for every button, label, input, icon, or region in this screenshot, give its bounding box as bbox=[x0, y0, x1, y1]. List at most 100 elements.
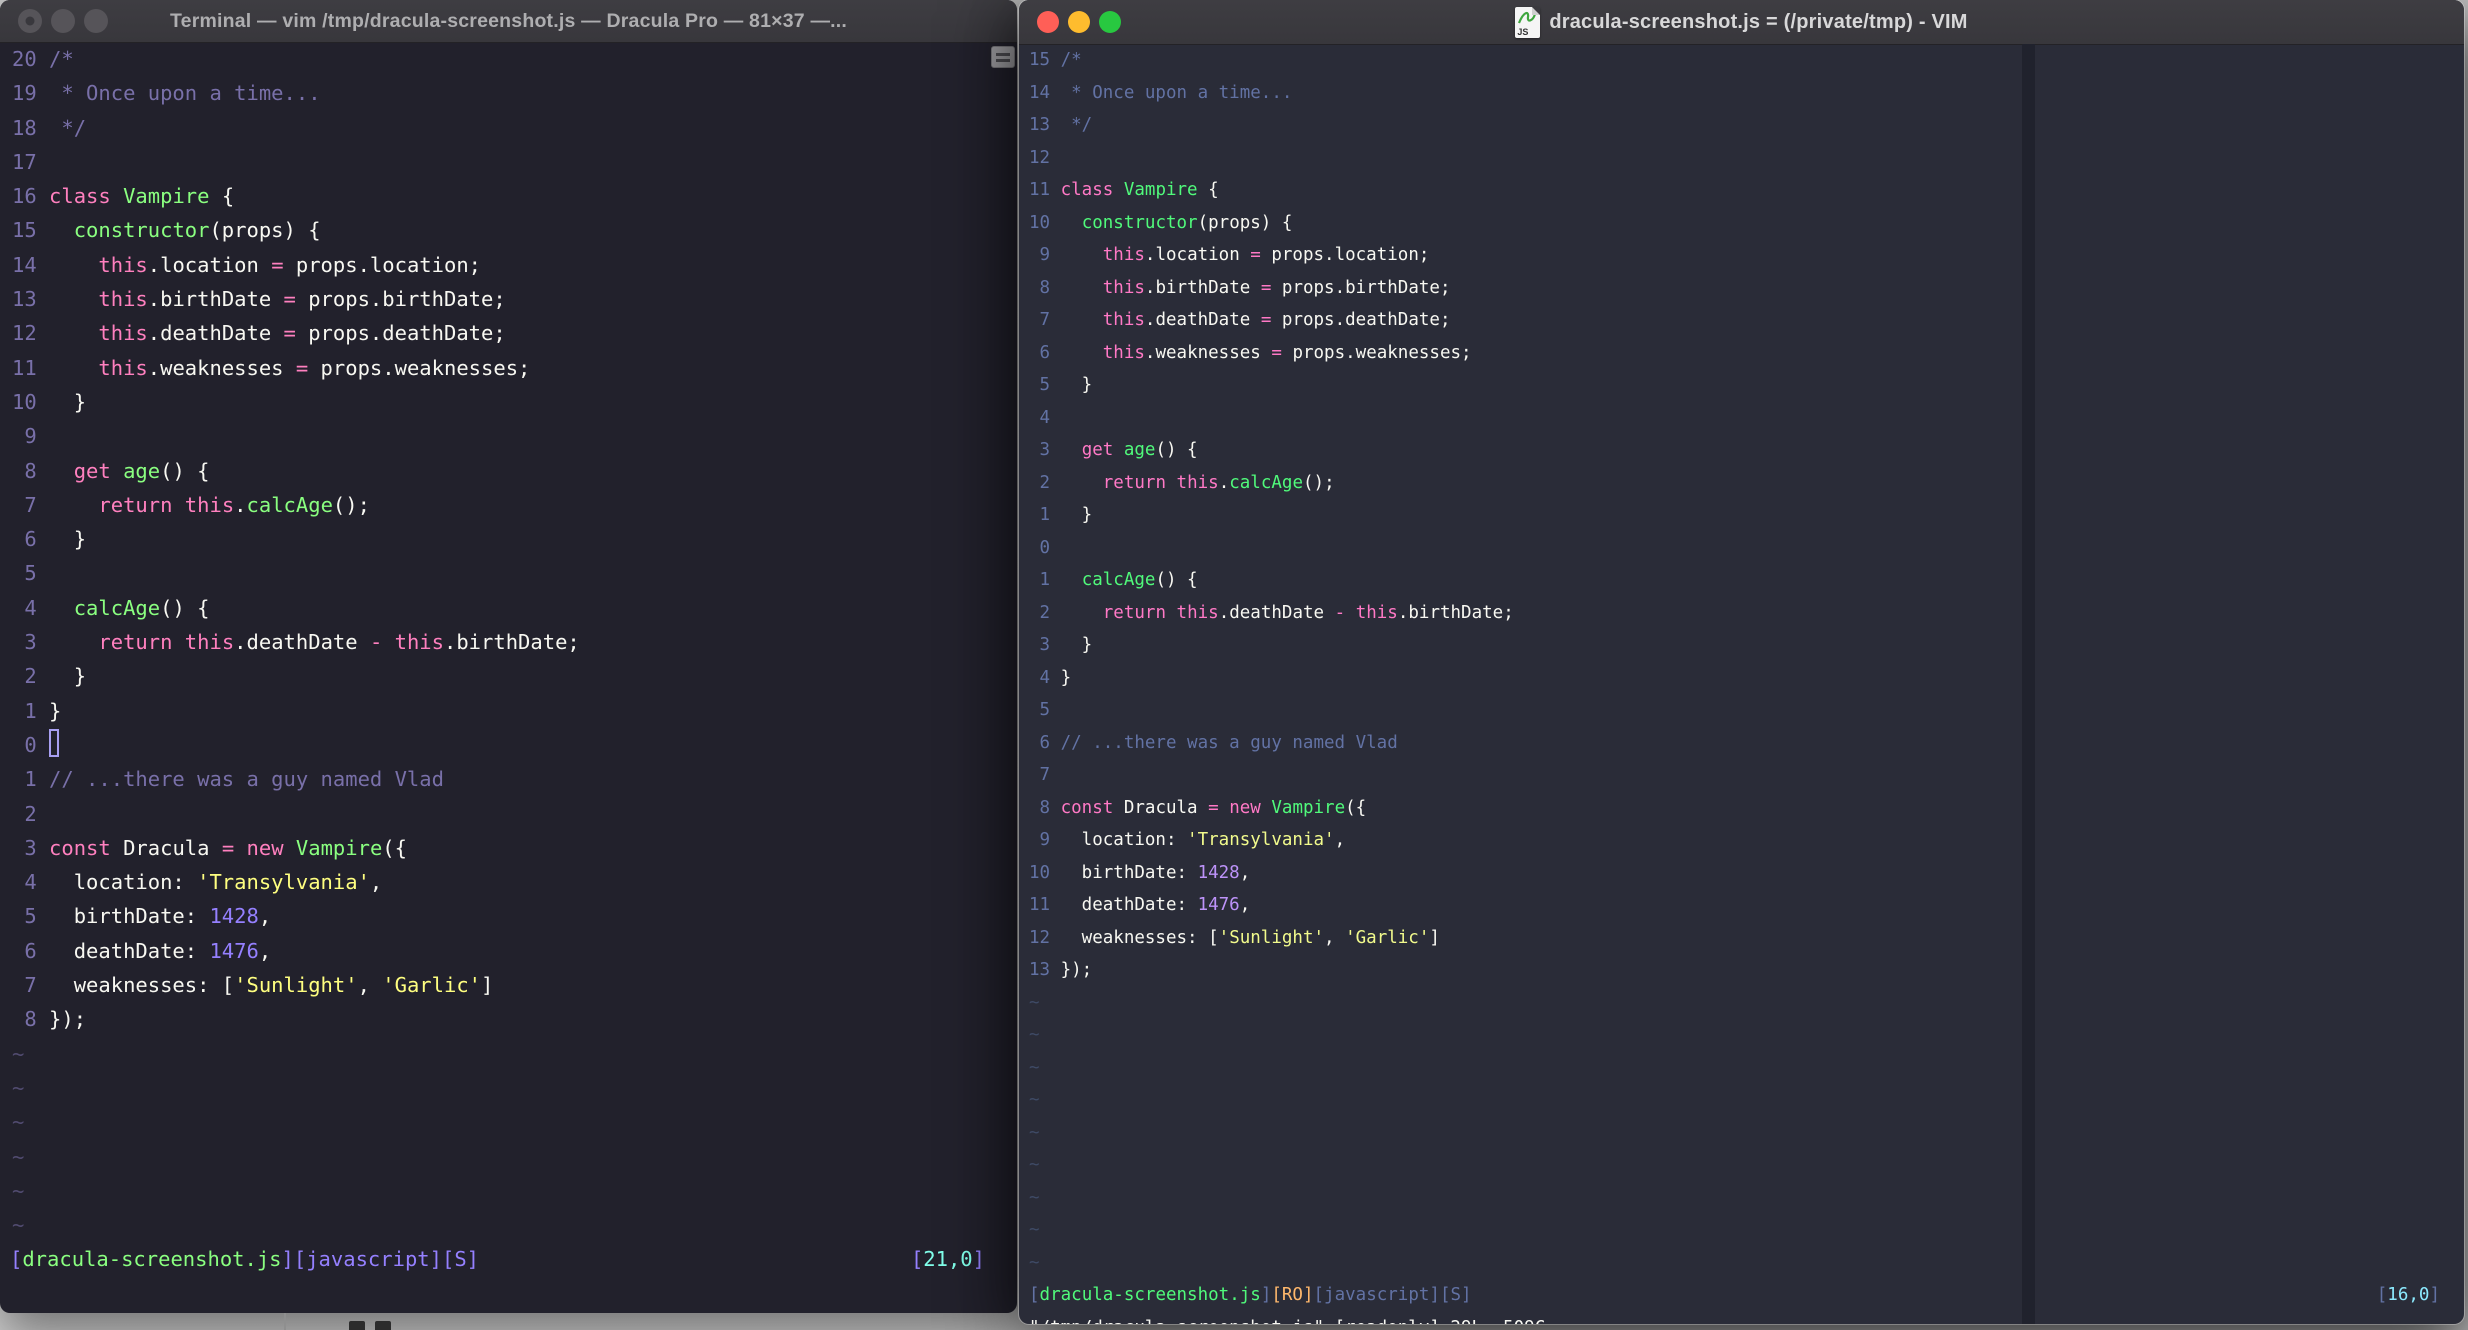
traffic-lights bbox=[1037, 0, 1121, 44]
code-line: 4 bbox=[1039, 407, 1051, 428]
code-line: 8 }); bbox=[24, 1007, 87, 1032]
code-line: 7 weaknesses: ['Sunlight', 'Garlic'] bbox=[24, 973, 494, 998]
code-line: 12 weaknesses: ['Sunlight', 'Garlic'] bbox=[1029, 927, 1440, 948]
code-line: 6 this.weaknesses = props.weaknesses; bbox=[1039, 342, 1472, 363]
empty-buffer-line: ~ bbox=[12, 1041, 25, 1066]
code-line: 5 birthDate: 1428, bbox=[24, 904, 272, 929]
background-window-edge bbox=[284, 1313, 286, 1330]
traffic-lights bbox=[18, 0, 108, 42]
terminal-titlebar[interactable]: Terminal — vim /tmp/dracula-screenshot.j… bbox=[0, 0, 1017, 43]
scrollbar-pages-icon[interactable] bbox=[991, 46, 1015, 68]
code-line: 12 this.deathDate = props.deathDate; bbox=[12, 321, 506, 346]
code-line: 11 class Vampire { bbox=[1029, 180, 1219, 200]
code-line: 4 location: 'Transylvania', bbox=[24, 870, 383, 895]
empty-buffer-line: ~ bbox=[1029, 1220, 1040, 1240]
code-line: 8 get age() { bbox=[24, 458, 210, 483]
code-line: 5 bbox=[1039, 700, 1051, 720]
code-line: 11 deathDate: 1476, bbox=[1029, 895, 1251, 915]
code-line: 9 location: 'Transylvania', bbox=[1039, 830, 1346, 850]
vim-text-area[interactable]: 15 /* 14 * Once upon a time... 13 */ 12 11 … bbox=[1019, 44, 2464, 1324]
empty-buffer-line: ~ bbox=[12, 1110, 25, 1135]
code-line: 1 // ...there was a guy named Vlad bbox=[24, 767, 444, 792]
minimize-button[interactable] bbox=[1068, 11, 1090, 33]
empty-buffer-line: ~ bbox=[12, 1213, 25, 1238]
code-line: 8 this.birthDate = props.birthDate; bbox=[1039, 277, 1451, 298]
vim-statusline: [dracula-screenshot.js][javascript][S] [2… bbox=[10, 1247, 985, 1272]
code-line: 7 this.deathDate = props.deathDate; bbox=[1039, 310, 1451, 330]
code-line: 11 this.weaknesses = props.weaknesses; bbox=[12, 355, 531, 380]
macvim-titlebar[interactable]: JS dracula-screenshot.js = (/private/tmp… bbox=[1019, 0, 2464, 45]
terminal-scrollbar[interactable] bbox=[989, 42, 1017, 1313]
code-line: 13 }); bbox=[1029, 960, 1093, 980]
close-button[interactable] bbox=[18, 9, 42, 33]
code-line: 3 } bbox=[1039, 635, 1093, 655]
empty-buffer-line: ~ bbox=[12, 1075, 25, 1100]
code-line: 2 return this.deathDate - this.birthDate… bbox=[1039, 602, 1514, 623]
minimize-button[interactable] bbox=[51, 9, 75, 33]
vim-text-area[interactable]: 20 /* 19 * Once upon a time... 18 */ 17 16 … bbox=[0, 42, 1017, 1313]
code-line: 12 bbox=[1029, 147, 1051, 168]
empty-buffer-line: ~ bbox=[1029, 1090, 1040, 1110]
code-line: 13 */ bbox=[1029, 115, 1093, 135]
code-line: 16 class Vampire { bbox=[12, 184, 235, 209]
code-line: 18 */ bbox=[12, 115, 87, 140]
empty-buffer-line: ~ bbox=[1029, 992, 1040, 1013]
code-line: 7 return this.calcAge(); bbox=[24, 492, 370, 517]
code-line: 5 bbox=[24, 561, 37, 586]
vim-statusline: [dracula-screenshot.js][RO][javascript][… bbox=[1029, 1285, 2440, 1305]
code-line: 10 constructor(props) { bbox=[1029, 212, 1293, 233]
code-line: 14 this.location = props.location; bbox=[12, 252, 482, 277]
code-line: 1 calcAge() { bbox=[1039, 570, 1198, 590]
code-line: 17 bbox=[12, 149, 37, 174]
code-line: 2 return this.calcAge(); bbox=[1039, 472, 1335, 493]
code-line: 3 get age() { bbox=[1039, 440, 1198, 460]
code-line: 15 constructor(props) { bbox=[12, 218, 321, 243]
code-line: 0 bbox=[1039, 537, 1051, 558]
code-line: 9 bbox=[24, 424, 37, 449]
js-file-icon[interactable]: JS bbox=[1515, 6, 1541, 38]
empty-buffer-line: ~ bbox=[1029, 1252, 1040, 1273]
vim-cursor bbox=[49, 728, 60, 757]
code-line: 20 /* bbox=[12, 47, 74, 71]
code-line: 6 } bbox=[24, 527, 87, 552]
window-title: dracula-screenshot.js = (/private/tmp) -… bbox=[1549, 10, 1968, 33]
close-button[interactable] bbox=[1037, 11, 1059, 33]
code-line: 19 * Once upon a time... bbox=[12, 81, 321, 106]
code-line: 9 this.location = props.location; bbox=[1039, 245, 1430, 265]
empty-buffer-line: ~ bbox=[12, 1144, 25, 1169]
code-line: 4 } bbox=[1039, 667, 1072, 688]
window-title: Terminal — vim /tmp/dracula-screenshot.j… bbox=[169, 9, 847, 32]
code-line: 6 // ...there was a guy named Vlad bbox=[1039, 732, 1398, 753]
code-line: 2 bbox=[24, 801, 37, 826]
code-line: 13 this.birthDate = props.birthDate; bbox=[12, 287, 506, 312]
code-line: 3 const Dracula = new Vampire({ bbox=[24, 835, 407, 860]
code-line: 0 bbox=[0, 728, 1017, 762]
zoom-button[interactable] bbox=[1099, 11, 1121, 33]
zoom-button[interactable] bbox=[84, 9, 108, 33]
background-glyph bbox=[375, 1321, 391, 1330]
folded-corner bbox=[1532, 6, 1541, 15]
code-line: 5 } bbox=[1039, 375, 1093, 395]
code-line: 2 } bbox=[24, 664, 87, 689]
code-line: 3 return this.deathDate - this.birthDate… bbox=[24, 630, 580, 655]
code-line: 4 calcAge() { bbox=[24, 595, 210, 620]
empty-buffer-line: ~ bbox=[1029, 1155, 1040, 1175]
empty-buffer-line: ~ bbox=[12, 1178, 25, 1203]
background-glyph bbox=[349, 1321, 365, 1330]
code-line: 15 /* bbox=[1029, 50, 1082, 70]
document-edited-dot bbox=[25, 16, 35, 26]
code-line: 10 } bbox=[12, 389, 87, 414]
code-line: 6 deathDate: 1476, bbox=[24, 938, 272, 963]
code-line: 7 bbox=[1039, 765, 1051, 785]
empty-buffer-line: ~ bbox=[1029, 1187, 1040, 1208]
code-line: 1 } bbox=[1039, 505, 1093, 525]
vim-command-line: "/tmp/dracula-screenshot.js" [readonly] … bbox=[1019, 1312, 2464, 1325]
vim-scrollbar[interactable] bbox=[2022, 44, 2035, 1324]
code-line: 10 birthDate: 1428, bbox=[1029, 862, 1251, 883]
empty-buffer-line: ~ bbox=[1029, 1122, 1040, 1143]
empty-buffer-line: ~ bbox=[1029, 1057, 1040, 1078]
code-line: 8 const Dracula = new Vampire({ bbox=[1039, 797, 1367, 818]
empty-buffer-line: ~ bbox=[1029, 1025, 1040, 1045]
code-line: 1 } bbox=[24, 698, 62, 723]
code-line: 14 * Once upon a time... bbox=[1029, 82, 1293, 103]
